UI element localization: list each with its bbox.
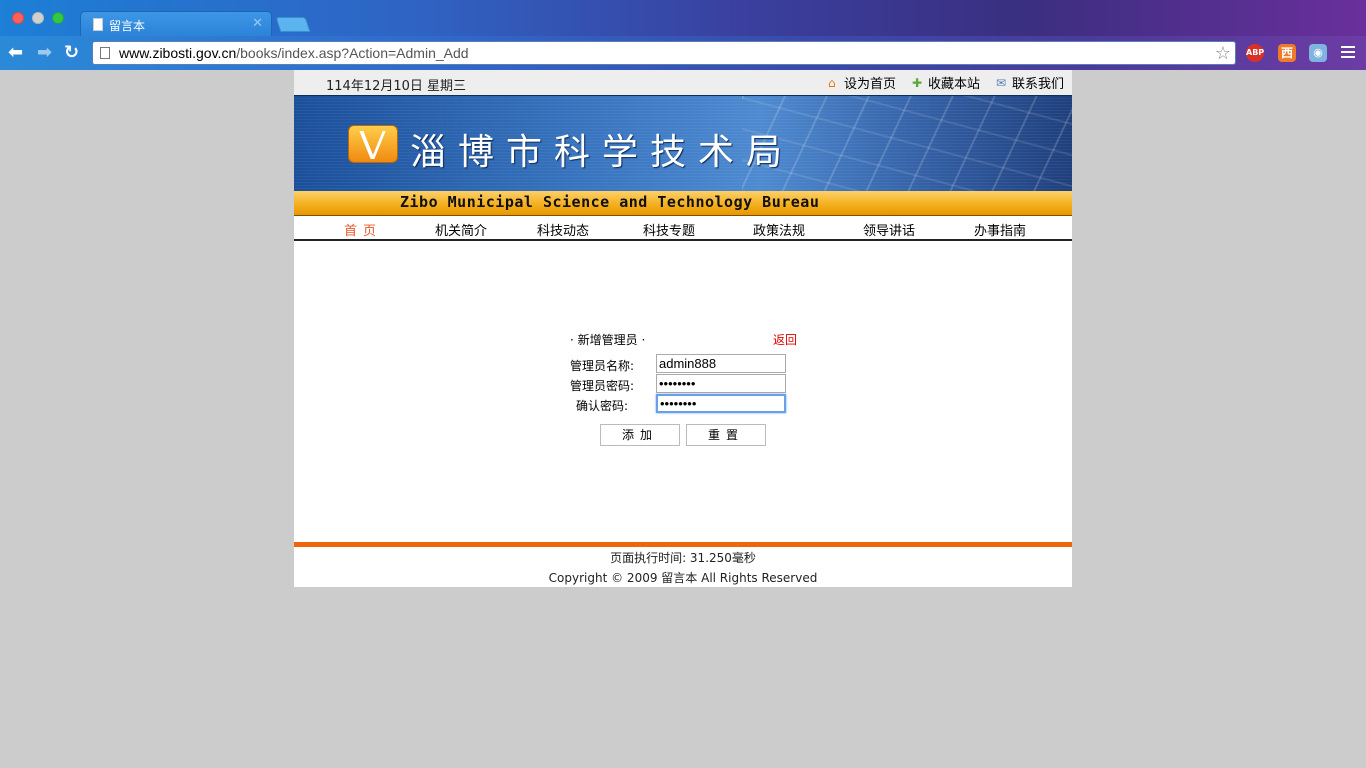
new-tab-button[interactable] (275, 17, 311, 32)
favorite-folder-icon: ✚ (911, 75, 923, 90)
confirm-password-input[interactable] (656, 394, 786, 413)
main-nav: 首页 机关简介 科技动态 科技专题 政策法规 领导讲话 办事指南 (294, 216, 1072, 241)
nav-home[interactable]: 首页 (344, 220, 382, 239)
browser-toolbar: ⬅ ➡ ↻ www.zibosti.gov.cn/books/index.asp… (0, 36, 1366, 70)
banner-subtitle-bar: Zibo Municipal Science and Technology Bu… (294, 191, 1072, 216)
admin-password-row: 管理员密码: (570, 374, 800, 394)
nav-topics[interactable]: 科技专题 (643, 220, 695, 239)
minimize-window-button[interactable] (32, 12, 44, 24)
top-info-bar: 114年12月10日 星期三 ⌂ 设为首页 ✚ 收藏本站 ✉ 联系我们 (294, 70, 1072, 95)
add-button[interactable]: 添加 (600, 424, 680, 446)
add-admin-form: · 新增管理员 · 返回 管理员名称: 管理员密码: 确认密码: 添加 重置 (294, 241, 1072, 541)
back-link[interactable]: 返回 (773, 331, 797, 348)
hamburger-menu-icon[interactable] (1341, 46, 1355, 61)
address-bar[interactable]: www.zibosti.gov.cn/books/index.asp?Actio… (92, 41, 1236, 65)
reload-icon[interactable]: ↻ (64, 42, 79, 64)
close-icon[interactable]: ✕ (252, 16, 263, 31)
maximize-window-button[interactable] (52, 12, 64, 24)
page-icon (100, 47, 110, 59)
adblock-extension-icon[interactable]: ABP (1246, 44, 1264, 62)
confirm-password-row: 确认密码: (570, 394, 800, 414)
back-arrow-icon[interactable]: ⬅ (8, 42, 23, 64)
site-subtitle: Zibo Municipal Science and Technology Bu… (400, 193, 820, 211)
site-logo-icon (348, 125, 398, 163)
confirm-password-label: 确认密码: (576, 399, 629, 413)
admin-name-row: 管理员名称: (570, 354, 800, 374)
home-icon: ⌂ (827, 75, 836, 90)
camera-extension-icon[interactable]: ◉ (1309, 44, 1327, 62)
browser-tab[interactable]: 留言本 ✕ (80, 11, 272, 37)
bookmark-star-icon[interactable]: ☆ (1215, 43, 1231, 64)
current-date: 114年12月10日 星期三 (326, 79, 467, 94)
admin-password-input[interactable] (656, 374, 786, 393)
footer-divider (294, 542, 1072, 547)
site-title: 淄博市科学技术局 (410, 132, 795, 173)
url-text[interactable]: www.zibosti.gov.cn/books/index.asp?Actio… (119, 45, 469, 61)
nav-about[interactable]: 机关简介 (435, 220, 487, 239)
form-heading: · 新增管理员 · (570, 333, 646, 347)
tab-title: 留言本 (109, 19, 146, 33)
reset-button[interactable]: 重置 (686, 424, 766, 446)
admin-name-label: 管理员名称: (570, 359, 635, 373)
site-banner: 淄博市科学技术局 (294, 95, 1072, 191)
page-content: 114年12月10日 星期三 ⌂ 设为首页 ✚ 收藏本站 ✉ 联系我们 淄博市科… (294, 70, 1072, 587)
add-favorite-link[interactable]: ✚ 收藏本站 (911, 73, 980, 93)
nav-speeches[interactable]: 领导讲话 (863, 220, 915, 239)
mail-icon: ✉ (995, 75, 1007, 90)
nav-policy[interactable]: 政策法规 (753, 220, 805, 239)
close-window-button[interactable] (12, 12, 24, 24)
execution-time: 页面执行时间: 31.250毫秒 (610, 551, 756, 565)
admin-password-label: 管理员密码: (570, 379, 635, 393)
forward-arrow-icon[interactable]: ➡ (37, 42, 52, 64)
copyright: Copyright © 2009 留言本 All Rights Reserved (548, 571, 818, 585)
set-homepage-link[interactable]: ⌂ 设为首页 (827, 73, 896, 93)
document-icon (93, 18, 103, 31)
top-links: ⌂ 设为首页 ✚ 收藏本站 ✉ 联系我们 (827, 73, 1064, 93)
browser-titlebar: 留言本 ✕ (0, 0, 1366, 37)
nav-news[interactable]: 科技动态 (537, 220, 589, 239)
nav-guide[interactable]: 办事指南 (974, 220, 1026, 239)
admin-name-input[interactable] (656, 354, 786, 373)
extension-icon[interactable]: 西 (1278, 44, 1296, 62)
contact-us-link[interactable]: ✉ 联系我们 (995, 73, 1064, 93)
